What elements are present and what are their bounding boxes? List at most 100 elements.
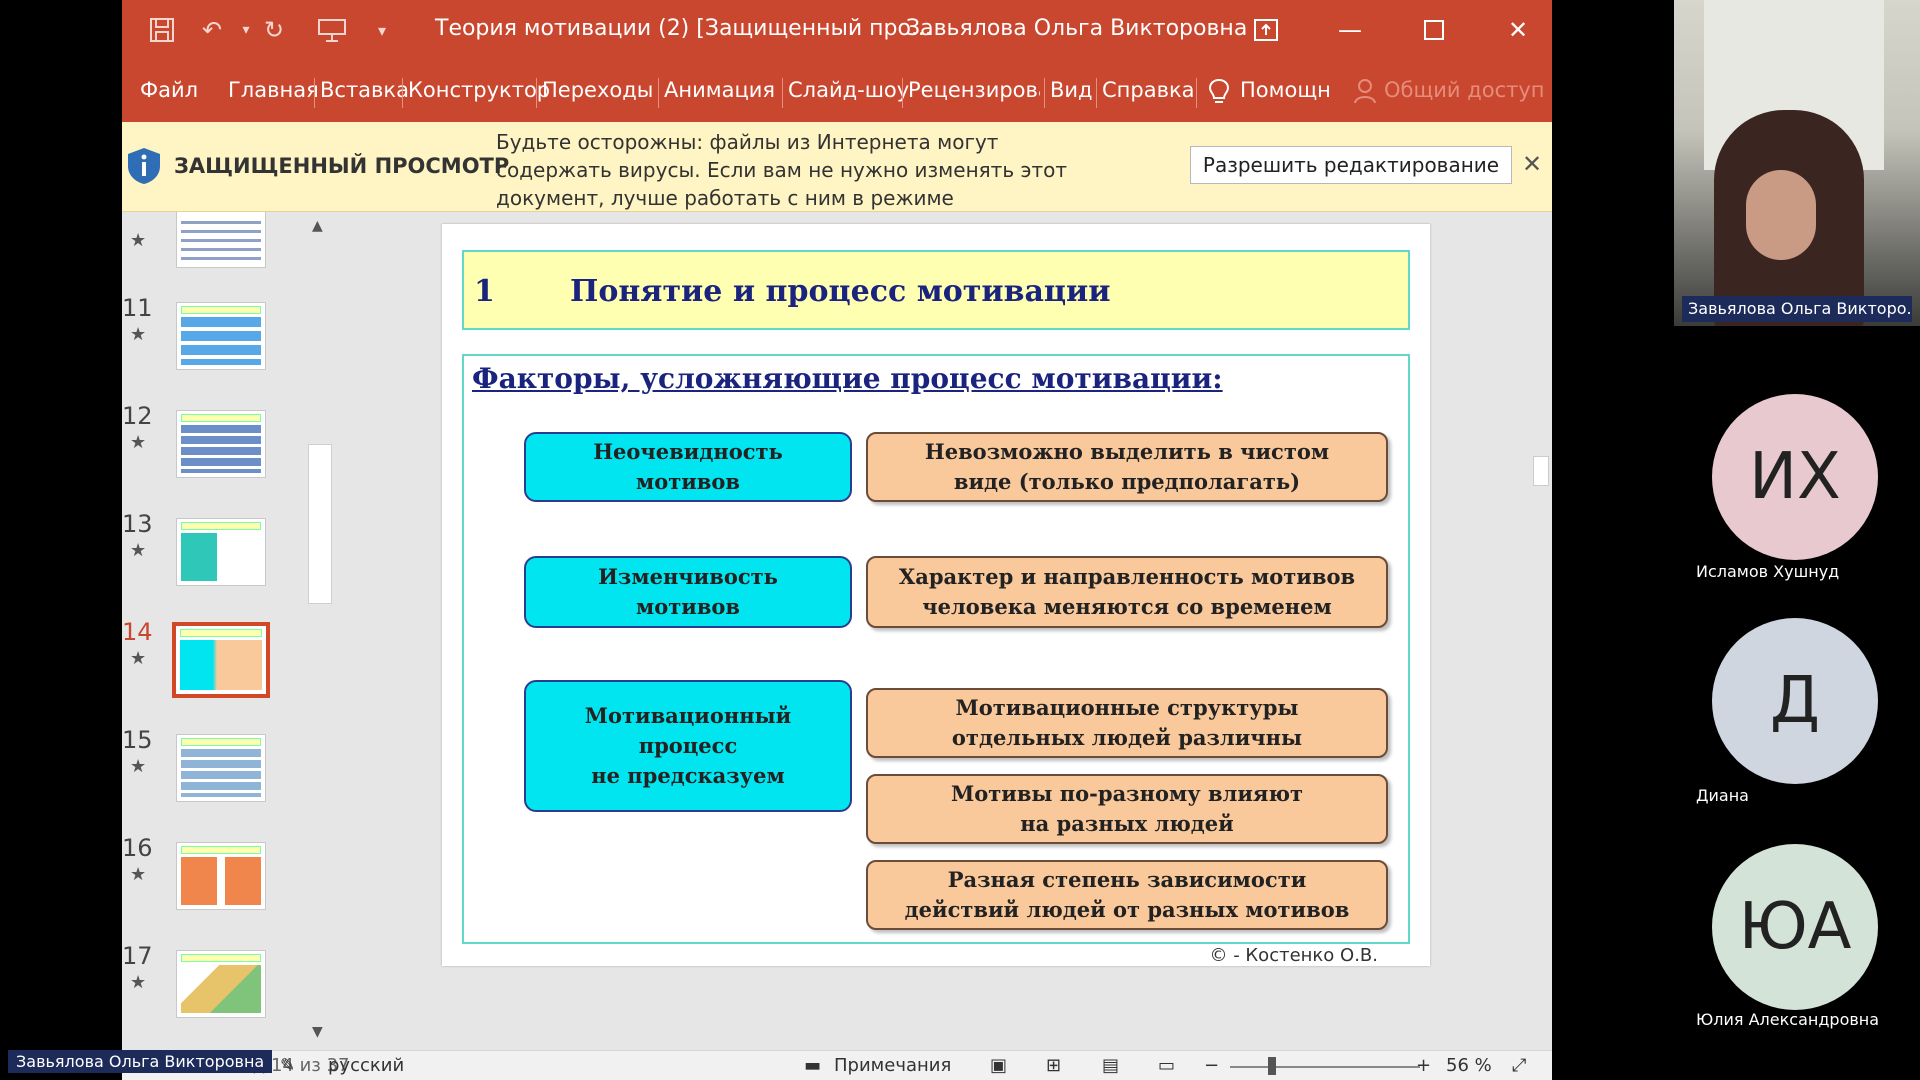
participant-name: Исламов Хушнуд xyxy=(1696,562,1840,581)
thumbnail-number: 16 xyxy=(122,834,153,862)
tab-design[interactable]: Конструктор xyxy=(408,78,550,102)
factor-box: Мотивационный процесс не предсказуем xyxy=(524,680,852,812)
slide-subtitle: Факторы, усложняющие процесс мотивации: xyxy=(472,362,1223,395)
slide-sorter-icon[interactable]: ⊞ xyxy=(1046,1055,1061,1076)
thumbnail-image[interactable] xyxy=(176,734,266,802)
redo-icon[interactable]: ↻ xyxy=(258,14,290,46)
language-indicator[interactable]: русский xyxy=(328,1055,404,1076)
explanation-box: Характер и направленность мотивов челове… xyxy=(866,556,1388,628)
slideshow-view-icon[interactable]: ▭ xyxy=(1158,1055,1175,1076)
status-bar: Слайд 14 из 37 ✎ русский ▬ Примечания ▣ … xyxy=(122,1050,1552,1080)
explanation-box: Мотивационные структуры отдельных людей … xyxy=(866,688,1388,758)
customize-toolbar-icon[interactable]: ▾ xyxy=(366,14,398,46)
reading-view-icon[interactable]: ▤ xyxy=(1102,1055,1119,1076)
presenter-name-tag: Завьялова Ольга Викторовна xyxy=(8,1050,273,1073)
zoom-level[interactable]: 56 % xyxy=(1446,1055,1492,1076)
ribbon-tabs: Файл Главная Вставка Конструктор Переход… xyxy=(122,60,1552,122)
animation-star-icon: ★ xyxy=(130,648,147,669)
tab-view[interactable]: Вид xyxy=(1050,78,1093,102)
copyright-text: © - Костенко О.В. xyxy=(1209,945,1378,966)
scroll-thumb[interactable] xyxy=(1533,456,1549,486)
tab-animations[interactable]: Анимация xyxy=(664,78,775,102)
share-icon xyxy=(1354,78,1376,109)
close-icon[interactable]: ✕ xyxy=(1498,10,1538,50)
thumbnail-image-active[interactable] xyxy=(172,622,270,698)
thumbnail-number: 17 xyxy=(122,942,153,970)
explanation-box: Невозможно выделить в чистом виде (тольк… xyxy=(866,432,1388,502)
factor-box: Изменчивость мотивов xyxy=(524,556,852,628)
tab-file[interactable]: Файл xyxy=(140,78,198,102)
thumbnail-number: 12 xyxy=(122,402,153,430)
thumbnails-scrollbar[interactable]: ▲ ▼ xyxy=(302,212,338,1050)
normal-view-icon[interactable]: ▣ xyxy=(990,1055,1007,1076)
zoom-slider-handle[interactable] xyxy=(1268,1057,1276,1075)
spellcheck-icon[interactable]: ✎ xyxy=(280,1055,295,1076)
animation-star-icon: ★ xyxy=(130,230,147,251)
factor-box: Неочевидность мотивов xyxy=(524,432,852,502)
animation-star-icon: ★ xyxy=(130,432,147,453)
account-name[interactable]: Завьялова Ольга Викторовна xyxy=(906,16,1247,41)
slide-scrollbar[interactable] xyxy=(1530,212,1552,992)
lightbulb-icon[interactable] xyxy=(1208,78,1230,111)
slide-section-number: 1 xyxy=(474,274,495,309)
slide-canvas[interactable]: 1 Понятие и процесс мотивации Факторы, у… xyxy=(442,224,1430,966)
maximize-icon[interactable] xyxy=(1414,10,1454,50)
ribbon-display-icon[interactable] xyxy=(1246,10,1286,50)
thumbnail-image[interactable] xyxy=(176,302,266,370)
thumbnail-image[interactable] xyxy=(176,212,266,268)
thumbnail-number: 14 xyxy=(122,618,153,646)
shield-icon xyxy=(128,148,160,184)
participant-avatar[interactable]: ЮА xyxy=(1712,844,1878,1010)
slide-editor: 1 Понятие и процесс мотивации Факторы, у… xyxy=(340,212,1530,992)
slideshow-from-start-icon[interactable] xyxy=(316,14,348,46)
zoom-slider[interactable] xyxy=(1230,1066,1420,1068)
presenter-video-tile[interactable]: Завьялова Ольга Викторо... xyxy=(1674,0,1920,326)
thumbnail-image[interactable] xyxy=(176,950,266,1018)
explanation-box: Мотивы по-разному влияют на разных людей xyxy=(866,774,1388,844)
zoom-out-icon[interactable]: − xyxy=(1204,1055,1219,1076)
fit-to-window-icon[interactable]: ⤢ xyxy=(1512,1055,1526,1076)
notes-icon[interactable]: ▬ xyxy=(804,1055,821,1076)
document-title: Теория мотивации (2) [Защищенный про... xyxy=(435,16,932,41)
thumbnail-number: 11 xyxy=(122,294,153,322)
tab-slideshow[interactable]: Слайд-шоу xyxy=(788,78,909,102)
thumbnail-image[interactable] xyxy=(176,842,266,910)
tab-insert[interactable]: Вставка xyxy=(320,78,409,102)
save-icon[interactable] xyxy=(146,14,178,46)
zoom-in-icon[interactable]: + xyxy=(1416,1055,1431,1076)
tab-home[interactable]: Главная xyxy=(228,78,319,102)
animation-star-icon: ★ xyxy=(130,324,147,345)
tab-help[interactable]: Справка xyxy=(1102,78,1195,102)
notes-button[interactable]: Примечания xyxy=(834,1055,951,1076)
scroll-down-icon[interactable]: ▼ xyxy=(312,1024,323,1040)
powerpoint-window: ↶ ▾ ↻ ▾ Теория мотивации (2) [Защищенный… xyxy=(122,0,1552,1080)
protected-view-bar: ЗАЩИЩЕННЫЙ ПРОСМОТР Будьте осторожны: фа… xyxy=(122,122,1552,238)
undo-icon[interactable]: ↶ xyxy=(196,14,228,46)
slide-body: Факторы, усложняющие процесс мотивации: … xyxy=(462,354,1410,944)
scroll-up-icon[interactable]: ▲ xyxy=(312,218,323,234)
video-name-tag: Завьялова Ольга Викторо... xyxy=(1682,296,1912,322)
animation-star-icon: ★ xyxy=(130,864,147,885)
participant-name: Юлия Александровна xyxy=(1696,1010,1880,1029)
protected-view-label: ЗАЩИЩЕННЫЙ ПРОСМОТР xyxy=(174,154,510,178)
animation-star-icon: ★ xyxy=(130,756,147,777)
slide-header: 1 Понятие и процесс мотивации xyxy=(462,250,1410,330)
tab-transitions[interactable]: Переходы xyxy=(542,78,653,102)
participant-avatar[interactable]: Д xyxy=(1712,618,1878,784)
participant-avatar[interactable]: ИХ xyxy=(1712,394,1878,560)
animation-star-icon: ★ xyxy=(130,540,147,561)
thumbnail-number: 13 xyxy=(122,510,153,538)
thumbnail-image[interactable] xyxy=(176,518,266,586)
close-infobar-icon[interactable]: ✕ xyxy=(1522,150,1542,178)
slide-title: Понятие и процесс мотивации xyxy=(570,274,1111,309)
tab-tell-me[interactable]: Помощн xyxy=(1240,78,1331,102)
thumbnail-image[interactable] xyxy=(176,410,266,478)
tab-review[interactable]: Рецензирова xyxy=(908,78,1040,102)
scroll-thumb[interactable] xyxy=(308,444,332,604)
minimize-icon[interactable]: — xyxy=(1330,10,1370,50)
enable-editing-button[interactable]: Разрешить редактирование xyxy=(1190,146,1512,184)
participant-name: Диана xyxy=(1696,786,1749,805)
thumbnail-number: 15 xyxy=(122,726,153,754)
animation-star-icon: ★ xyxy=(130,972,147,993)
screen: ↶ ▾ ↻ ▾ Теория мотивации (2) [Защищенный… xyxy=(0,0,1920,1080)
